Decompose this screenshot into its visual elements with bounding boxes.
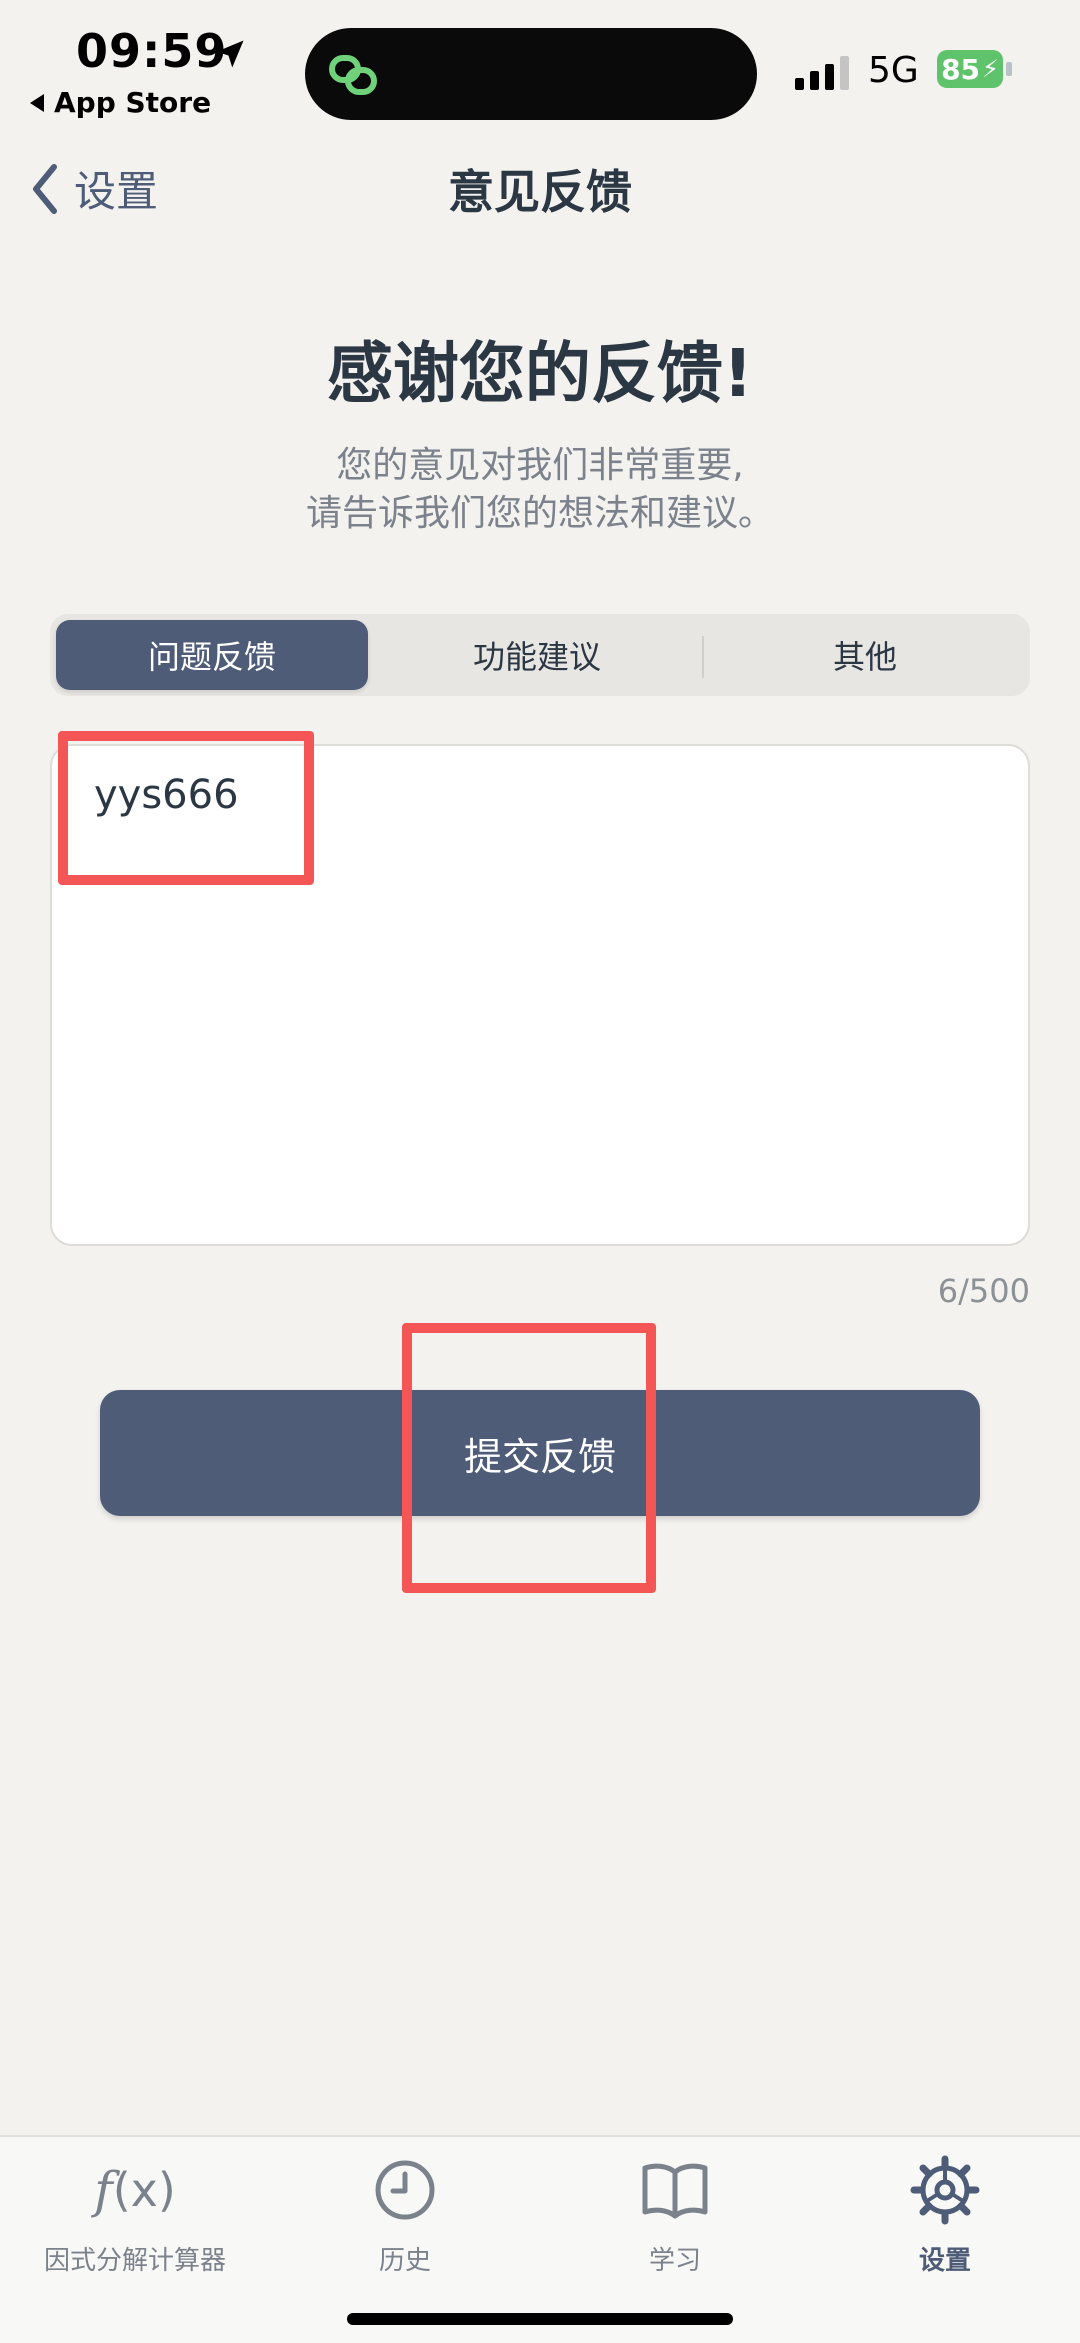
battery-tip — [1006, 62, 1012, 76]
clock-icon — [375, 2160, 435, 2220]
thanks-headline: 感谢您的反馈! — [326, 335, 754, 412]
chevron-left-icon — [33, 163, 57, 214]
home-indicator — [347, 2313, 733, 2325]
segment-feature-suggestion[interactable]: 功能建议 — [374, 620, 700, 690]
character-counter: 6/500 — [937, 1272, 1030, 1310]
tab-factor-calculator[interactable]: f (x) 因式分解计算器 — [0, 2150, 270, 2277]
tab-label: 学习 — [648, 2246, 701, 2276]
tab-label: 设置 — [918, 2246, 971, 2276]
subtitle-line-1: 您的意见对我们非常重要, — [336, 445, 744, 486]
tab-history[interactable]: 历史 — [270, 2150, 540, 2277]
nav-back-label: 设置 — [74, 167, 159, 216]
fx-icon: f (x) — [94, 2161, 176, 2219]
segment-other[interactable]: 其他 — [706, 620, 1024, 690]
nav-back-button[interactable]: 设置 — [30, 158, 158, 219]
thanks-subtitle: 您的意见对我们非常重要, 请告诉我们您的想法和建议。 — [0, 442, 1080, 538]
page-title: 意见反馈 — [448, 165, 632, 219]
location-arrow-icon — [216, 40, 244, 68]
tab-learn[interactable]: 学习 — [540, 2150, 810, 2277]
tab-label: 历史 — [378, 2246, 431, 2276]
back-app-label: App Store — [54, 86, 212, 119]
highlight-box-text — [58, 731, 314, 885]
segment-issue-feedback[interactable]: 问题反馈 — [56, 620, 368, 690]
status-time: 09:59 — [76, 24, 228, 78]
link-icon — [329, 55, 377, 95]
network-type: 5G — [868, 50, 919, 91]
gear-icon — [910, 2155, 980, 2225]
subtitle-line-2: 请告诉我们您的想法和建议。 — [305, 493, 774, 534]
charging-bolt-icon: ⚡ — [982, 55, 999, 83]
back-to-app-store[interactable]: App Store — [30, 86, 211, 119]
tab-settings[interactable]: 设置 — [810, 2150, 1080, 2277]
battery-level: 85 — [941, 52, 981, 86]
battery-indicator: 85 ⚡ — [937, 50, 1003, 88]
signal-icon — [795, 56, 849, 90]
back-triangle-icon — [30, 93, 44, 112]
segment-divider — [702, 636, 704, 678]
highlight-box-submit — [402, 1323, 656, 1593]
tab-label: 因式分解计算器 — [43, 2246, 226, 2276]
book-icon — [642, 2163, 708, 2219]
